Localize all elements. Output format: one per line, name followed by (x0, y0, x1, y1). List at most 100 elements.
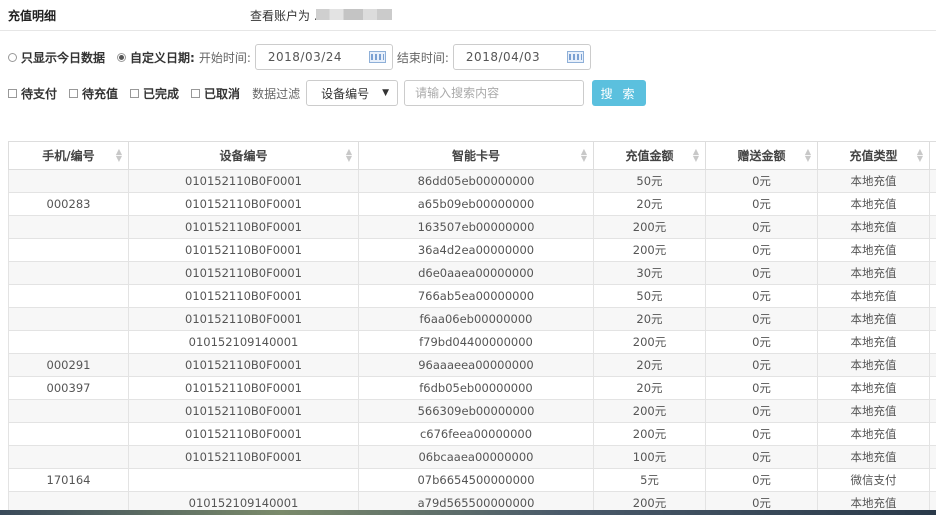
table-cell: a65b09eb00000000 (358, 192, 594, 216)
sort-icon[interactable]: ▲ ▼ (805, 148, 811, 163)
status-cancelled-label[interactable]: 已取消 (204, 85, 240, 102)
status-pending-recharge-checkbox[interactable] (69, 88, 79, 98)
filter-field-value: 设备编号 (321, 86, 370, 101)
status-completed-checkbox[interactable] (130, 88, 140, 98)
table-cell (128, 468, 359, 492)
table-row[interactable]: 010152110B0F0001 163507eb00000000 200元 0元 本地… (8, 215, 936, 239)
table-row[interactable]: 000397 010152110B0F0001 f6db05eb00000000 20… (8, 376, 936, 400)
column-header[interactable]: 手机/编号 ▲ ▼ (8, 141, 129, 170)
table-row[interactable]: 010152110B0F0001 d6e0aaea00000000 30元 0元 本地充… (8, 261, 936, 285)
table-cell: 20元 (593, 353, 706, 377)
table-cell-overflow (929, 399, 936, 423)
table-cell: 50元 (593, 169, 706, 193)
table-row[interactable]: 010152110B0F0001 566309eb00000000 200元 0元 本地… (8, 399, 936, 423)
table-cell-overflow (929, 215, 936, 239)
table-cell: 0元 (705, 330, 818, 354)
table-row[interactable]: 010152110B0F0001 86dd05eb00000000 50元 0元 本地充… (8, 169, 936, 193)
filter-field-select[interactable]: 设备编号 ▼ (306, 80, 399, 106)
table-cell: 010152110B0F0001 (128, 376, 359, 400)
table-cell: 36a4d2ea00000000 (358, 238, 594, 262)
status-filter-row: 待支付 待充值 已完成 已取消 数据过滤 设备编号 ▼ 搜 索 (8, 80, 647, 106)
table-row[interactable]: 010152110B0F0001 06bcaaea00000000 100元 0元 本地… (8, 445, 936, 469)
column-header[interactable]: 赠送金额 ▲ ▼ (705, 141, 818, 170)
table-cell-overflow (929, 330, 936, 354)
custom-date-label[interactable]: 自定义日期: (130, 49, 195, 66)
top-bar: 充值明细 查看账户为 . (0, 0, 936, 31)
table-cell-overflow (929, 238, 936, 262)
table-cell: 0元 (705, 238, 818, 262)
table-cell: 000291 (8, 353, 129, 377)
start-time-label: 开始时间: (198, 50, 251, 65)
table-cell: 本地充值 (817, 399, 930, 423)
status-pending-recharge-label[interactable]: 待充值 (82, 85, 118, 102)
sort-icon[interactable]: ▲ ▼ (693, 148, 699, 163)
table-cell-overflow (929, 445, 936, 469)
today-only-label[interactable]: 只显示今日数据 (21, 49, 105, 66)
search-input[interactable] (404, 80, 585, 106)
calendar-icon[interactable] (368, 51, 386, 63)
table-cell (8, 445, 129, 469)
table-cell-overflow (929, 261, 936, 285)
table-cell: 566309eb00000000 (358, 399, 594, 423)
table-cell: 200元 (593, 399, 706, 423)
table-cell: 本地充值 (817, 169, 930, 193)
table-cell: 010152110B0F0001 (128, 445, 359, 469)
table-header-row: 手机/编号 ▲ ▼ 设备编号 ▲ ▼ 智能卡号 ▲ ▼ 充值金额 ▲ ▼ 赠送金额 ▲ ▼ 充值类型 ▲ ▼ (8, 141, 936, 170)
end-time-label: 结束时间: (396, 50, 449, 65)
table-row[interactable]: 000283 010152110B0F0001 a65b09eb00000000 20… (8, 192, 936, 216)
table-cell: 本地充值 (817, 261, 930, 285)
caret-down-icon: ▼ (382, 88, 390, 98)
custom-date-radio[interactable] (117, 52, 127, 62)
table-cell: 0元 (705, 284, 818, 308)
table-cell: 0元 (705, 192, 818, 216)
table-row[interactable]: 010152109140001 f79bd04400000000 200元 0元 本地充… (8, 330, 936, 354)
start-date-picker[interactable]: 2018/03/24 (254, 44, 393, 70)
table-cell: 010152110B0F0001 (128, 238, 359, 262)
status-pending-pay-label[interactable]: 待支付 (21, 85, 57, 102)
table-cell: 010152110B0F0001 (128, 399, 359, 423)
column-header-label: 充值类型 (849, 149, 898, 163)
table-cell: 200元 (593, 215, 706, 239)
column-header[interactable]: 充值类型 ▲ ▼ (817, 141, 930, 170)
recharge-table: 手机/编号 ▲ ▼ 设备编号 ▲ ▼ 智能卡号 ▲ ▼ 充值金额 ▲ ▼ 赠送金额 ▲ ▼ 充值类型 ▲ ▼ 01… (8, 141, 936, 515)
table-cell-overflow (929, 192, 936, 216)
table-row[interactable]: 010152110B0F0001 f6aa06eb00000000 20元 0元 本地充… (8, 307, 936, 331)
today-only-radio[interactable] (8, 52, 17, 62)
table-cell: 0元 (705, 169, 818, 193)
table-row[interactable]: 000291 010152110B0F0001 96aaaeea00000000 20… (8, 353, 936, 377)
sort-icon[interactable]: ▲ ▼ (581, 148, 587, 163)
table-cell: 20元 (593, 376, 706, 400)
status-completed-label[interactable]: 已完成 (143, 85, 179, 102)
column-header-overflow (929, 141, 936, 170)
table-cell: 0元 (705, 445, 818, 469)
calendar-icon[interactable] (566, 51, 584, 63)
table-body: 010152110B0F0001 86dd05eb00000000 50元 0元 本地充… (8, 169, 936, 515)
sort-icon[interactable]: ▲ ▼ (116, 148, 122, 163)
table-cell: 010152110B0F0001 (128, 422, 359, 446)
column-header[interactable]: 智能卡号 ▲ ▼ (358, 141, 594, 170)
table-cell-overflow (929, 307, 936, 331)
table-row[interactable]: 010152110B0F0001 766ab5ea00000000 50元 0元 本地充… (8, 284, 936, 308)
data-filter-label: 数据过滤 (252, 86, 301, 101)
table-row[interactable]: 010152110B0F0001 36a4d2ea00000000 200元 0元 本地… (8, 238, 936, 262)
table-cell: 100元 (593, 445, 706, 469)
table-cell (8, 307, 129, 331)
column-header-label: 手机/编号 (42, 149, 95, 163)
table-cell: 010152109140001 (128, 330, 359, 354)
sort-icon[interactable]: ▲ ▼ (346, 148, 352, 163)
table-cell: 170164 (8, 468, 129, 492)
status-pending-pay-checkbox[interactable] (8, 88, 17, 98)
search-button[interactable]: 搜 索 (592, 80, 647, 106)
table-cell: 本地充值 (817, 376, 930, 400)
column-header[interactable]: 设备编号 ▲ ▼ (128, 141, 359, 170)
table-row[interactable]: 170164 07b6654500000000 5元 0元 微信支付 (8, 468, 936, 492)
sort-icon[interactable]: ▲ ▼ (917, 148, 923, 163)
status-cancelled-checkbox[interactable] (191, 88, 201, 98)
table-row[interactable]: 010152110B0F0001 c676feea00000000 200元 0元 本地… (8, 422, 936, 446)
column-header-label: 设备编号 (219, 149, 268, 163)
table-cell-overflow (929, 468, 936, 492)
page-title: 充值明细 (8, 9, 57, 23)
end-date-picker[interactable]: 2018/04/03 (452, 44, 591, 70)
table-cell: f79bd04400000000 (358, 330, 594, 354)
column-header[interactable]: 充值金额 ▲ ▼ (593, 141, 706, 170)
